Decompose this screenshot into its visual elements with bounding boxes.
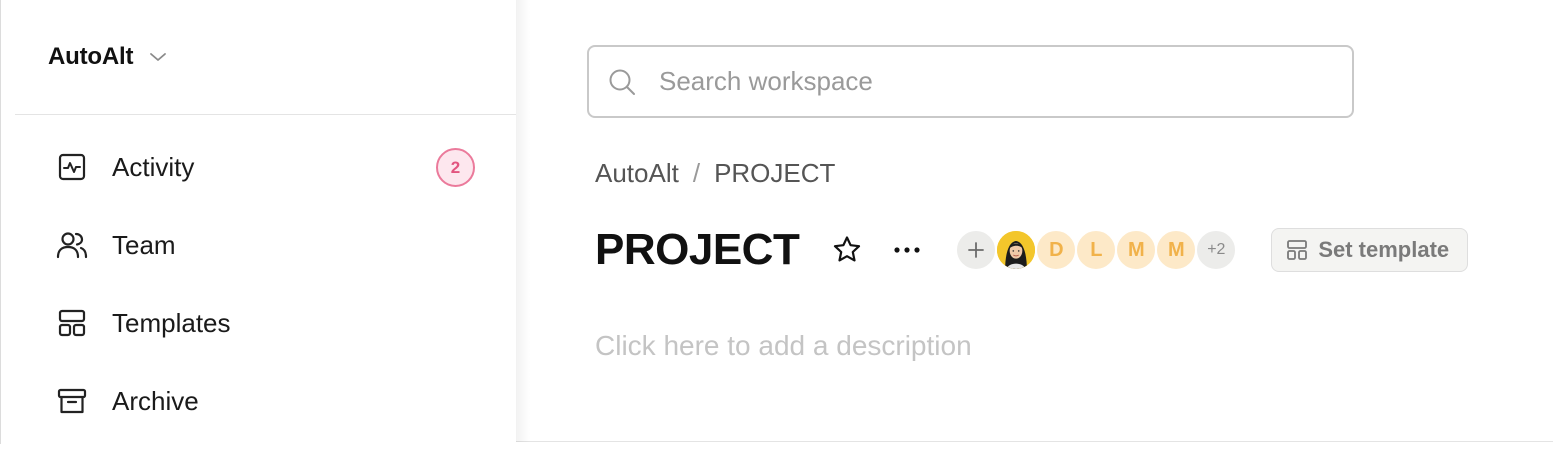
- templates-icon: [1286, 239, 1308, 261]
- workspace-switcher[interactable]: AutoAlt: [15, 0, 517, 115]
- avatar[interactable]: M: [1115, 229, 1158, 271]
- sidebar-item-label: Team: [112, 229, 176, 260]
- sidebar-item-label: Templates: [112, 307, 231, 338]
- breadcrumb: AutoAlt / PROJECT: [595, 158, 835, 189]
- sidebar-item-activity[interactable]: Activity 2: [15, 128, 517, 206]
- chevron-down-icon: [149, 51, 167, 63]
- set-template-label: Set template: [1318, 237, 1450, 262]
- avatar[interactable]: M: [1155, 229, 1198, 271]
- description-placeholder[interactable]: Click here to add a description: [595, 330, 972, 362]
- avatar[interactable]: L: [1075, 229, 1118, 271]
- search-box[interactable]: [587, 45, 1354, 118]
- more-members-badge[interactable]: +2: [1195, 229, 1238, 271]
- breadcrumb-workspace[interactable]: AutoAlt: [595, 158, 679, 189]
- breadcrumb-separator: /: [692, 158, 701, 188]
- activity-icon: [55, 150, 89, 184]
- main-content: AutoAlt / PROJECT PROJECT: [516, 0, 1553, 442]
- divider: [516, 0, 530, 442]
- breadcrumb-project[interactable]: PROJECT: [714, 158, 835, 189]
- activity-count-badge: 2: [436, 148, 475, 187]
- sidebar-item-label: Archive: [112, 385, 199, 416]
- sidebar-nav: Activity 2 Team Templates Archive: [15, 128, 517, 440]
- star-icon[interactable]: [831, 234, 863, 266]
- team-icon: [55, 228, 89, 262]
- set-template-button[interactable]: Set template: [1271, 228, 1469, 272]
- project-header: PROJECT D L M M +2 Set template: [595, 222, 1469, 278]
- avatar[interactable]: D: [1035, 229, 1078, 271]
- archive-icon: [55, 384, 89, 418]
- page-title[interactable]: PROJECT: [595, 225, 800, 275]
- project-members: D L M M +2: [955, 229, 1238, 271]
- sidebar: AutoAlt Activity 2 Team Templates Archiv…: [0, 0, 517, 444]
- more-options-icon[interactable]: [893, 246, 921, 254]
- avatar[interactable]: [995, 229, 1038, 271]
- sidebar-item-archive[interactable]: Archive: [15, 362, 517, 440]
- search-input[interactable]: [659, 66, 1309, 97]
- sidebar-item-templates[interactable]: Templates: [15, 284, 517, 362]
- sidebar-item-label: Activity: [112, 151, 195, 182]
- sidebar-item-team[interactable]: Team: [15, 206, 517, 284]
- templates-icon: [55, 306, 89, 340]
- search-icon: [607, 67, 637, 97]
- workspace-name: AutoAlt: [48, 43, 134, 70]
- add-member-button[interactable]: [955, 229, 998, 271]
